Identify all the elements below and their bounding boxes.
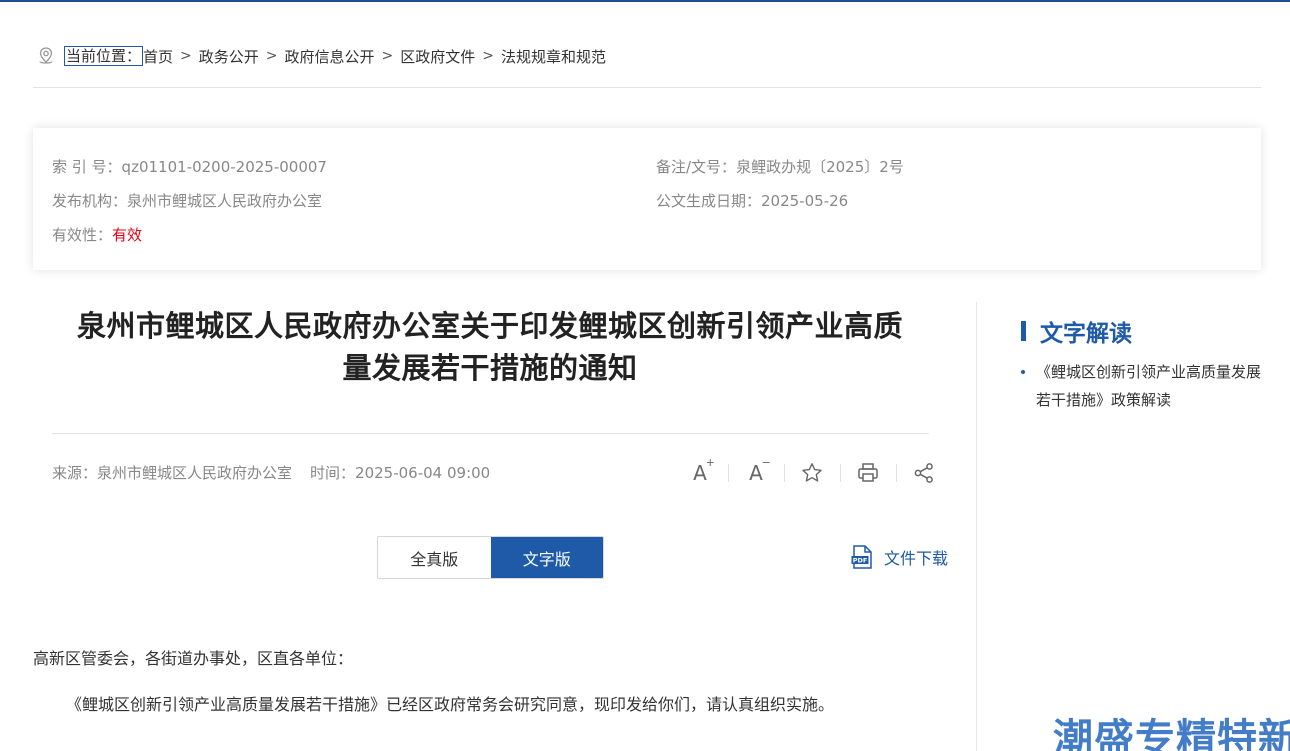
version-tabs: 全真版 文字版 xyxy=(377,536,604,579)
printer-icon xyxy=(858,463,878,482)
meta-validity: 有效性：有效 xyxy=(52,224,142,245)
breadcrumb-gov-affairs[interactable]: 政务公开 xyxy=(199,46,259,67)
meta-validity-label: 有效性： xyxy=(52,226,113,244)
meta-date-label: 公文生成日期： xyxy=(656,192,762,210)
svg-text:PDF: PDF xyxy=(853,557,868,565)
meta-date-value: 2025-05-26 xyxy=(761,192,849,210)
share-button[interactable] xyxy=(896,458,952,488)
file-download-label: 文件下载 xyxy=(884,549,949,568)
meta-doc-number: 备注/文号：泉鲤政办规〔2025〕2号 xyxy=(656,156,904,177)
meta-date: 公文生成日期：2025-05-26 xyxy=(656,190,848,211)
font-decrease-button[interactable]: A − xyxy=(728,456,784,488)
meta-validity-value: 有效 xyxy=(112,226,143,244)
breadcrumb-gov-info[interactable]: 政府信息公开 xyxy=(285,46,375,67)
tab-text-version[interactable]: 文字版 xyxy=(490,537,603,578)
breadcrumb-lead: 当前位置： xyxy=(64,46,144,66)
pdf-icon: PDF xyxy=(851,545,872,569)
document-title-line2: 量发展若干措施的通知 xyxy=(342,351,638,385)
title-divider xyxy=(52,433,929,434)
print-button[interactable] xyxy=(840,458,896,488)
file-download-link[interactable]: PDF 文件下载 xyxy=(851,545,948,569)
favorite-button[interactable] xyxy=(784,458,840,488)
breadcrumb-home[interactable]: 首页 xyxy=(143,46,173,67)
document-title-line1: 泉州市鲤城区人民政府办公室关于印发鲤城区创新引领产业高质 xyxy=(76,309,903,343)
breadcrumb-separator: > xyxy=(482,48,495,64)
meta-doc-number-label: 备注/文号： xyxy=(656,158,737,176)
meta-publisher-value: 泉州市鲤城区人民政府办公室 xyxy=(127,192,323,210)
breadcrumb-divider xyxy=(33,87,1261,88)
top-accent-line xyxy=(0,0,1290,2)
font-increase-button[interactable]: A + xyxy=(672,456,728,488)
meta-doc-number-value: 泉鲤政办规〔2025〕2号 xyxy=(736,158,904,176)
watermark-logo: 潮盛专精特新 xyxy=(1053,716,1290,751)
sidebar-item-label: 《鲤城区创新引领产业高质量发展若干措施》政策解读 xyxy=(1036,363,1262,409)
meta-index: 索 引 号：qz01101-0200-2025-00007 xyxy=(52,156,327,177)
sidebar-title-text: 文字解读 xyxy=(1040,321,1132,347)
document-salutation: 高新区管委会，各街道办事处，区直各单位： xyxy=(33,649,354,668)
breadcrumb-separator: > xyxy=(180,48,192,64)
tab-full-version[interactable]: 全真版 xyxy=(378,537,491,578)
sidebar-item-policy-interpretation[interactable]: 《鲤城区创新引领产业高质量发展若干措施》政策解读 xyxy=(1021,358,1271,414)
source-label: 来源： xyxy=(52,464,98,482)
meta-publisher-label: 发布机构： xyxy=(52,192,128,210)
breadcrumb: 当前位置： 首页 > 政务公开 > 政府信息公开 > 区政府文件 > 法规规章和… xyxy=(36,44,606,68)
document-paragraph: 《鲤城区创新引领产业高质量发展若干措施》已经区政府常务会研究同意，现印发给你们，… xyxy=(66,695,835,714)
bullet-icon xyxy=(1021,370,1025,374)
source-line: 来源：泉州市鲤城区人民政府办公室 时间：2025-06-04 09:00 xyxy=(52,462,490,483)
font-increase-icon: A + xyxy=(693,456,715,485)
breadcrumb-separator: > xyxy=(265,48,278,64)
time-label: 时间： xyxy=(310,464,356,482)
time-value: 2025-06-04 09:00 xyxy=(355,464,491,482)
sidebar-divider xyxy=(976,302,977,751)
document-meta-card: 索 引 号：qz01101-0200-2025-00007 备注/文号：泉鲤政办… xyxy=(33,128,1261,270)
star-icon xyxy=(802,463,822,482)
share-icon xyxy=(914,463,933,483)
source-value: 泉州市鲤城区人民政府办公室 xyxy=(97,464,293,482)
document-title: 泉州市鲤城区人民政府办公室关于印发鲤城区创新引领产业高质 量发展若干措施的通知 xyxy=(33,305,947,389)
meta-index-value: qz01101-0200-2025-00007 xyxy=(121,158,327,176)
breadcrumb-regulations[interactable]: 法规规章和规范 xyxy=(501,46,606,67)
article-toolbar: A + A − xyxy=(672,456,952,488)
breadcrumb-district-docs[interactable]: 区政府文件 xyxy=(400,46,475,67)
meta-index-label: 索 引 号： xyxy=(52,158,122,176)
sidebar-title-bar xyxy=(1021,321,1026,341)
breadcrumb-separator: > xyxy=(381,48,394,64)
font-decrease-icon: A − xyxy=(749,456,771,485)
meta-publisher: 发布机构：泉州市鲤城区人民政府办公室 xyxy=(52,190,322,211)
location-pin-icon xyxy=(39,47,53,64)
sidebar-title: 文字解读 xyxy=(1021,316,1132,347)
